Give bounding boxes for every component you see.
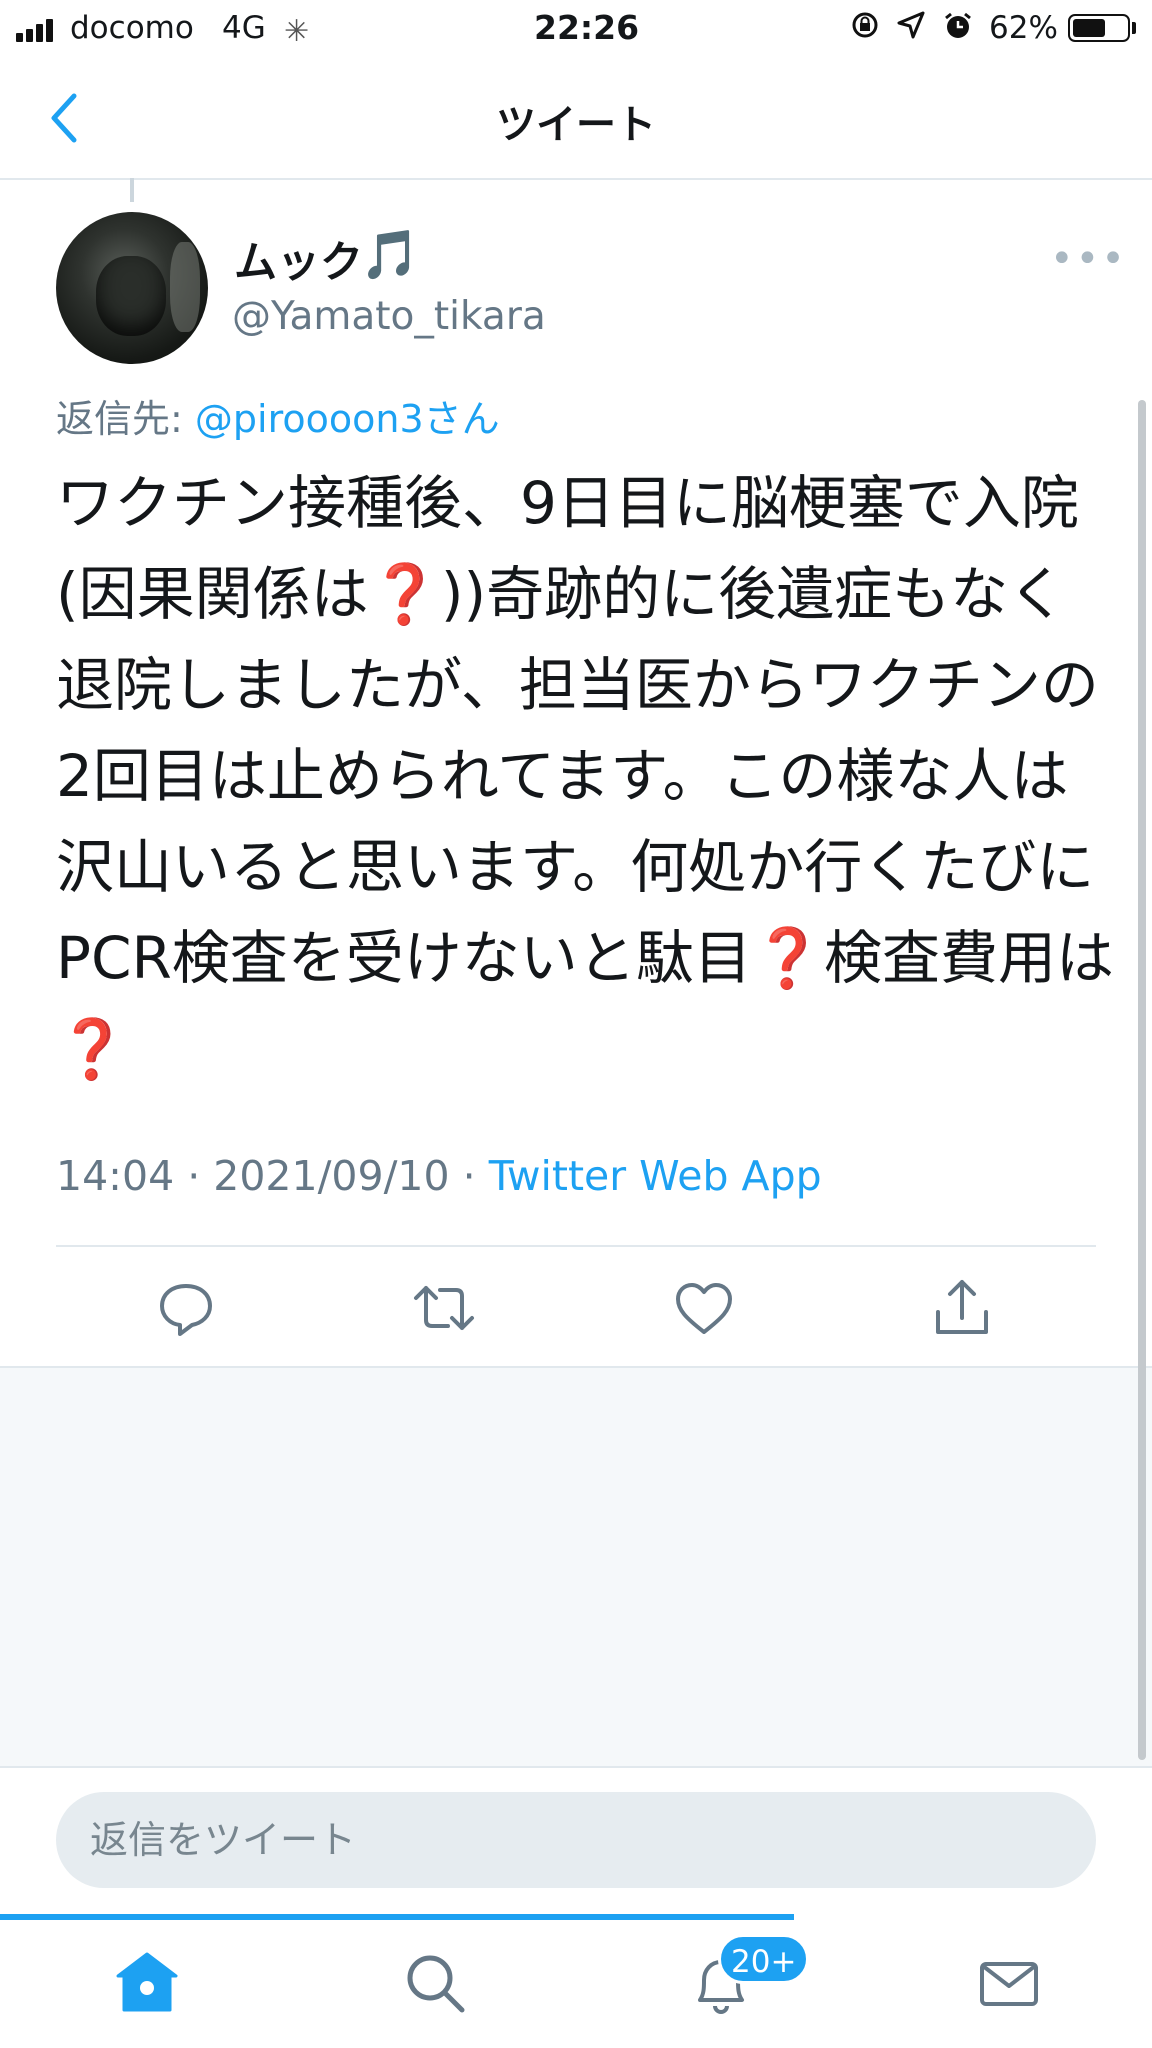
question-mark-emoji: ❓ <box>56 1015 129 1083</box>
tweet-text-part: 検査費用は <box>824 924 1115 992</box>
tab-messages[interactable] <box>974 1948 1044 2018</box>
battery-percent: 62% <box>989 10 1058 46</box>
tab-search[interactable] <box>400 1948 470 2018</box>
status-bar: docomo 4G ✳ 22:26 62% <box>0 0 1152 60</box>
like-icon <box>676 1283 732 1334</box>
home-icon <box>116 1952 178 2012</box>
carrier-name: docomo <box>70 10 194 46</box>
question-mark-emoji: ❓ <box>368 560 441 628</box>
reply-mention-link[interactable]: @piroooon3さん <box>195 397 500 441</box>
battery-icon <box>1068 14 1130 42</box>
search-icon <box>407 1955 465 2013</box>
tweet-date: 2021/09/10 <box>213 1152 450 1200</box>
question-mark-emoji: ❓ <box>751 924 824 992</box>
divider <box>56 1245 1096 1247</box>
tweet-time: 14:04 <box>56 1152 175 1200</box>
thread-connector-line <box>130 178 134 202</box>
location-icon <box>896 10 926 47</box>
user-handle[interactable]: @Yamato_tikara <box>232 294 546 339</box>
reply-to-line: 返信先: @piroooon3さん <box>56 388 500 443</box>
messages-icon <box>980 1962 1038 2006</box>
meta-separator: · <box>449 1152 489 1200</box>
reply-icon <box>160 1284 212 1336</box>
rotation-lock-icon <box>850 10 880 47</box>
reply-button[interactable] <box>150 1272 222 1344</box>
retweet-icon <box>414 1286 474 1330</box>
nav-header: ツイート <box>0 60 1152 180</box>
tab-home[interactable] <box>112 1948 182 2018</box>
avatar[interactable] <box>56 212 208 364</box>
signal-strength-icon <box>16 18 53 42</box>
battery-tip <box>1132 22 1136 34</box>
alarm-icon <box>942 10 974 49</box>
share-icon <box>936 1280 988 1334</box>
notification-badge: 20+ <box>718 1934 810 1984</box>
tweet-source-link[interactable]: Twitter Web App <box>489 1152 822 1200</box>
meta-separator: · <box>174 1152 214 1200</box>
tweet-body: ワクチン接種後、9日目に脳梗塞で入院(因果関係は❓))奇跡的に後遺症もなく退院し… <box>56 458 1116 1095</box>
like-button[interactable] <box>668 1272 740 1344</box>
reply-to-label: 返信先: <box>56 397 195 441</box>
reply-input[interactable] <box>56 1792 1096 1888</box>
music-note-emoji: 🎵 <box>360 227 420 283</box>
activity-spinner-icon: ✳ <box>284 14 310 49</box>
scrollbar[interactable] <box>1138 400 1146 1760</box>
display-name[interactable]: ムック <box>234 228 363 290</box>
replies-area <box>0 1368 1152 1766</box>
more-options-icon[interactable]: ••• <box>1050 236 1127 282</box>
retweet-button[interactable] <box>408 1272 480 1344</box>
share-button[interactable] <box>926 1272 998 1344</box>
tweet-meta: 14:04 · 2021/09/10 · Twitter Web App <box>56 1152 822 1200</box>
page-title: ツイート <box>496 102 656 148</box>
network-type: 4G <box>222 10 266 46</box>
status-time: 22:26 <box>534 8 640 47</box>
